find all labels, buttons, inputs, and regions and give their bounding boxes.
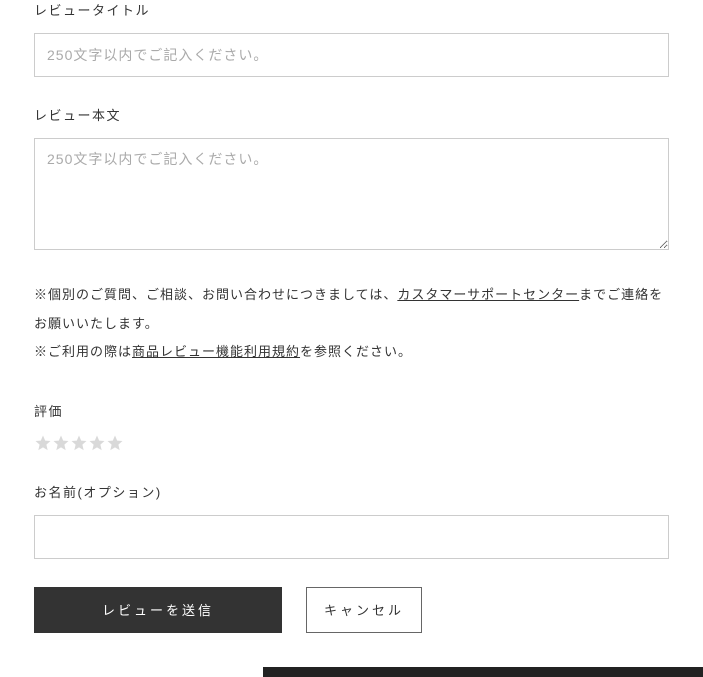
rating-label: 評価 <box>34 401 669 420</box>
name-field-block: お名前(オプション) <box>34 482 669 559</box>
title-label: レビュータイトル <box>34 0 669 19</box>
bottom-bar <box>0 663 703 677</box>
bottom-dark-strip <box>263 667 703 677</box>
star-icon[interactable] <box>70 434 88 452</box>
body-textarea[interactable] <box>34 138 669 250</box>
rating-stars <box>34 434 669 452</box>
note-line-2: ※ご利用の際は商品レビュー機能利用規約を参照ください。 <box>34 338 669 367</box>
name-label: お名前(オプション) <box>34 482 669 501</box>
note-line-1: ※個別のご質問、ご相談、お問い合わせにつきましては、カスタマーサポートセンターま… <box>34 281 669 338</box>
star-icon[interactable] <box>52 434 70 452</box>
support-center-link[interactable]: カスタマーサポートセンター <box>397 287 579 302</box>
title-field-block: レビュータイトル <box>34 0 669 77</box>
star-icon[interactable] <box>106 434 124 452</box>
name-input[interactable] <box>34 515 669 559</box>
note1-prefix: ※個別のご質問、ご相談、お問い合わせにつきましては、 <box>34 287 397 302</box>
body-field-block: レビュー本文 <box>34 105 669 253</box>
cancel-button[interactable]: キャンセル <box>306 587 422 633</box>
note2-prefix: ※ご利用の際は <box>34 344 132 359</box>
review-form: レビュータイトル レビュー本文 ※個別のご質問、ご相談、お問い合わせにつきまして… <box>0 0 703 663</box>
submit-button[interactable]: レビューを送信 <box>34 587 282 633</box>
rating-block: 評価 <box>34 401 669 452</box>
buttons-row: レビューを送信 キャンセル <box>34 587 669 633</box>
terms-link[interactable]: 商品レビュー機能利用規約 <box>132 344 300 359</box>
notes-block: ※個別のご質問、ご相談、お問い合わせにつきましては、カスタマーサポートセンターま… <box>34 281 669 367</box>
note2-suffix: を参照ください。 <box>300 344 412 359</box>
title-input[interactable] <box>34 33 669 77</box>
star-icon[interactable] <box>34 434 52 452</box>
star-icon[interactable] <box>88 434 106 452</box>
body-label: レビュー本文 <box>34 105 669 124</box>
